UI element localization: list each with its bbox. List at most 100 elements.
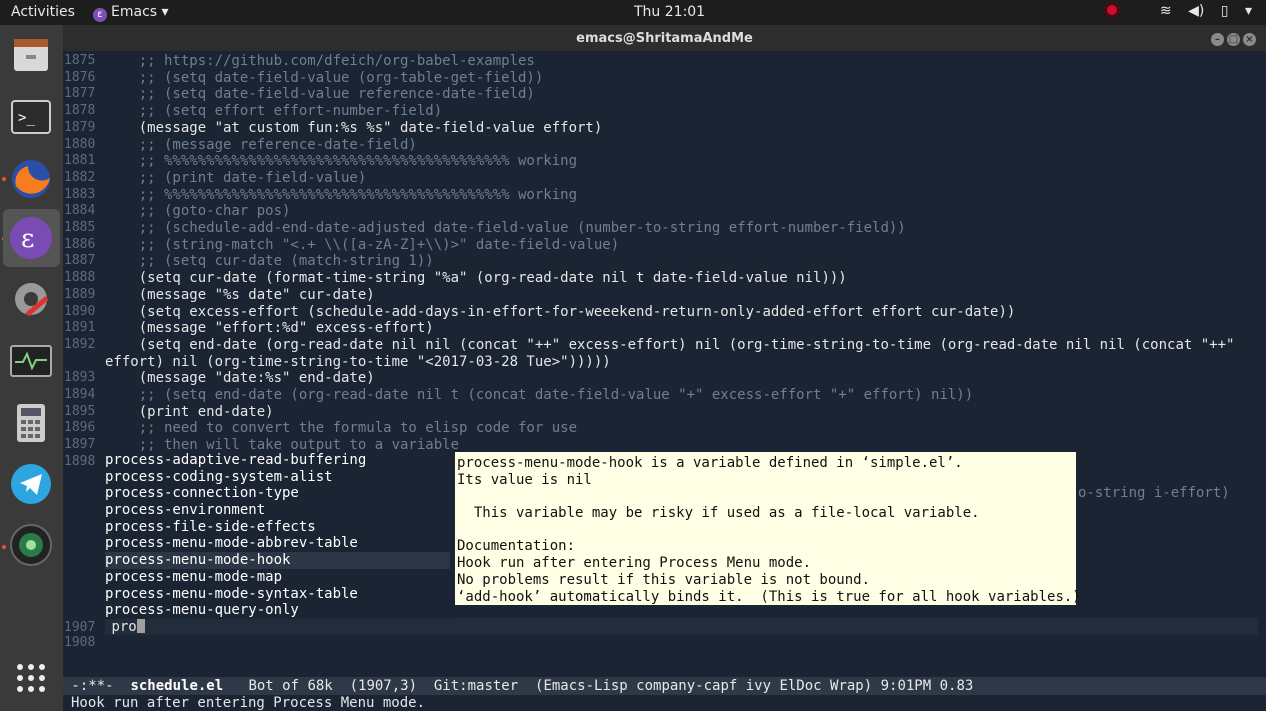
completion-candidate[interactable]: process-connection-type: [105, 485, 450, 503]
completion-candidate[interactable]: process-menu-mode-hook: [105, 552, 450, 569]
code-comment-line: ;; (setq cur-date (match-string 1)): [105, 253, 434, 270]
calculator-icon[interactable]: [8, 400, 54, 446]
webcam-icon[interactable]: [8, 522, 54, 568]
emacs-icon[interactable]: ε: [3, 209, 60, 267]
completion-candidate[interactable]: process-menu-mode-abbrev-table: [105, 535, 450, 553]
close-icon[interactable]: ×: [1243, 33, 1256, 46]
code-line: (message "date:%s" end-date): [105, 370, 375, 387]
code-line: (print end-date): [105, 403, 274, 420]
modeline-state: -:**-: [63, 678, 131, 694]
modeline-info: Bot of 68k (1907,3) Git:master (Emacs-Li…: [223, 678, 974, 694]
window-titlebar[interactable]: emacs@ShritamaAndMe – □ ×: [63, 25, 1266, 51]
top-bar: Activities ε Emacs ▾ Thu 21:01 ≋ ◀) ▯ ▾: [0, 0, 1266, 25]
firefox-icon[interactable]: [8, 156, 54, 202]
battery-icon: ▯: [1220, 3, 1229, 19]
svg-text:>_: >_: [18, 110, 35, 126]
line-number: 1893: [64, 370, 96, 386]
line-number: 1881: [64, 153, 96, 169]
completion-popup[interactable]: process-adaptive-read-buffering process-c…: [105, 452, 450, 619]
line-number: 1895: [64, 403, 96, 419]
activities-button[interactable]: Activities: [11, 4, 75, 20]
code-comment-line: ;; (setq date-field-value (org-table-get…: [105, 69, 544, 86]
maximize-icon[interactable]: □: [1227, 33, 1240, 46]
completion-candidate[interactable]: process-file-side-effects: [105, 518, 450, 536]
chevron-down-icon[interactable]: ▾: [1245, 3, 1252, 19]
doc-line: This variable may be risky if used as a …: [457, 505, 980, 522]
clock[interactable]: Thu 21:01: [634, 4, 705, 20]
app-menu[interactable]: ε Emacs ▾: [93, 4, 169, 22]
line-number: 1878: [64, 103, 96, 119]
code-line: (setq excess-effort (schedule-add-days-i…: [105, 303, 1016, 320]
line-number: 1898: [64, 453, 96, 469]
line-number: 1875: [64, 53, 96, 68]
completion-candidate[interactable]: process-menu-mode-syntax-table: [105, 585, 450, 603]
files-icon[interactable]: [8, 31, 54, 77]
line-number: 1876: [64, 69, 96, 85]
telegram-icon[interactable]: [8, 461, 54, 507]
emacs-app-icon: ε: [93, 8, 107, 22]
terminal-icon[interactable]: >_: [8, 94, 54, 140]
show-apps-icon[interactable]: [8, 655, 54, 701]
line-number: 1891: [64, 320, 96, 336]
code-comment-line: ;; %%%%%%%%%%%%%%%%%%%%%%%%%%%%%%%%%%%%%…: [105, 153, 578, 170]
doc-line: No problems result if this variable is n…: [457, 571, 871, 588]
mode-line: -:**- schedule.el Bot of 68k (1907,3) Gi…: [63, 677, 1266, 695]
line-number: 1883: [64, 186, 96, 202]
line-number: 1885: [64, 220, 96, 235]
line-number: 1897: [64, 437, 96, 453]
svg-text:ε: ε: [21, 224, 34, 254]
code-comment-line: ;; then will take output to a variable: [105, 437, 460, 454]
line-number: 1892: [64, 336, 96, 352]
record-indicator-icon[interactable]: [1105, 3, 1120, 17]
settings-icon[interactable]: [8, 276, 54, 322]
volume-icon: ◀): [1188, 3, 1205, 19]
code-line: (message "at custom fun:%s %s" date-fiel…: [105, 119, 603, 136]
code-comment-line: ;; (setq date-field-value reference-date…: [105, 86, 535, 103]
code-comment-line: ;; (schedule-add-end-date-adjusted date-…: [105, 220, 906, 236]
code-comment-line: ;; (string-match "<.+ \\([a-zA-Z]+\\)>" …: [105, 236, 620, 253]
modeline-buffer-name[interactable]: schedule.el: [130, 678, 223, 694]
doc-line: Hook run after entering Process Menu mod…: [457, 555, 812, 572]
completion-candidate[interactable]: process-adaptive-read-buffering: [105, 452, 450, 469]
wifi-icon: ≋: [1159, 3, 1172, 19]
code-comment-line: ;; https://github.com/dfeich/org-babel-e…: [105, 53, 535, 69]
code-comment-line: ;; (print date-field-value): [105, 169, 367, 186]
line-number: 1894: [64, 387, 96, 402]
documentation-popup: process-menu-mode-hook is a variable def…: [455, 452, 1081, 605]
code-comment-line: ;; %%%%%%%%%%%%%%%%%%%%%%%%%%%%%%%%%%%%%…: [105, 186, 578, 203]
doc-line: [457, 522, 1074, 539]
typed-prefix: pro: [111, 619, 137, 635]
doc-line: process-menu-mode-hook is a variable def…: [457, 455, 963, 471]
doc-line: [457, 488, 1074, 505]
code-comment-line: ;; (goto-char pos): [105, 203, 291, 220]
dock: >_ ε: [0, 25, 63, 711]
app-menu-label: Emacs: [111, 4, 158, 20]
code-line: (message "%s date" cur-date): [105, 286, 375, 303]
line-number: 1887: [64, 253, 96, 269]
line-number: 1908: [64, 635, 96, 650]
system-tray[interactable]: ≋ ◀) ▯ ▾: [1093, 3, 1252, 19]
line-number: 1889: [64, 286, 96, 302]
doc-line: Its value is nil: [457, 471, 592, 488]
completion-candidate[interactable]: process-menu-query-only: [105, 602, 450, 619]
line-number: 1888: [64, 270, 96, 286]
line-number: 1880: [64, 136, 96, 152]
current-line-highlight: [105, 618, 1258, 635]
code-line: effort) nil (org-time-string-to-time "<2…: [105, 353, 611, 370]
doc-line: ‘add-hook’ automatically binds it. (This…: [457, 588, 1081, 605]
minimize-icon[interactable]: –: [1211, 33, 1224, 46]
completion-candidate[interactable]: process-menu-mode-map: [105, 568, 450, 586]
current-line[interactable]: 1907 pro: [63, 618, 145, 635]
code-line: (message "effort:%d" excess-effort): [105, 320, 434, 337]
line-number: 1886: [64, 236, 96, 252]
code-comment-line: ;; (setq end-date (org-read-date nil t (…: [105, 387, 974, 403]
line-number: 1877: [64, 86, 96, 102]
system-monitor-icon[interactable]: [8, 338, 54, 384]
text-cursor: [136, 618, 145, 633]
completion-candidate[interactable]: process-coding-system-alist: [105, 468, 450, 486]
line-number: 1884: [64, 203, 96, 219]
completion-candidate[interactable]: process-environment: [105, 502, 450, 519]
code-comment-line: ;; (setq effort effort-number-field): [105, 103, 443, 120]
code-line: (setq end-date (org-read-date nil nil (c…: [105, 336, 1235, 353]
hidden-line-tail: o-string i-effort): [1078, 485, 1230, 501]
